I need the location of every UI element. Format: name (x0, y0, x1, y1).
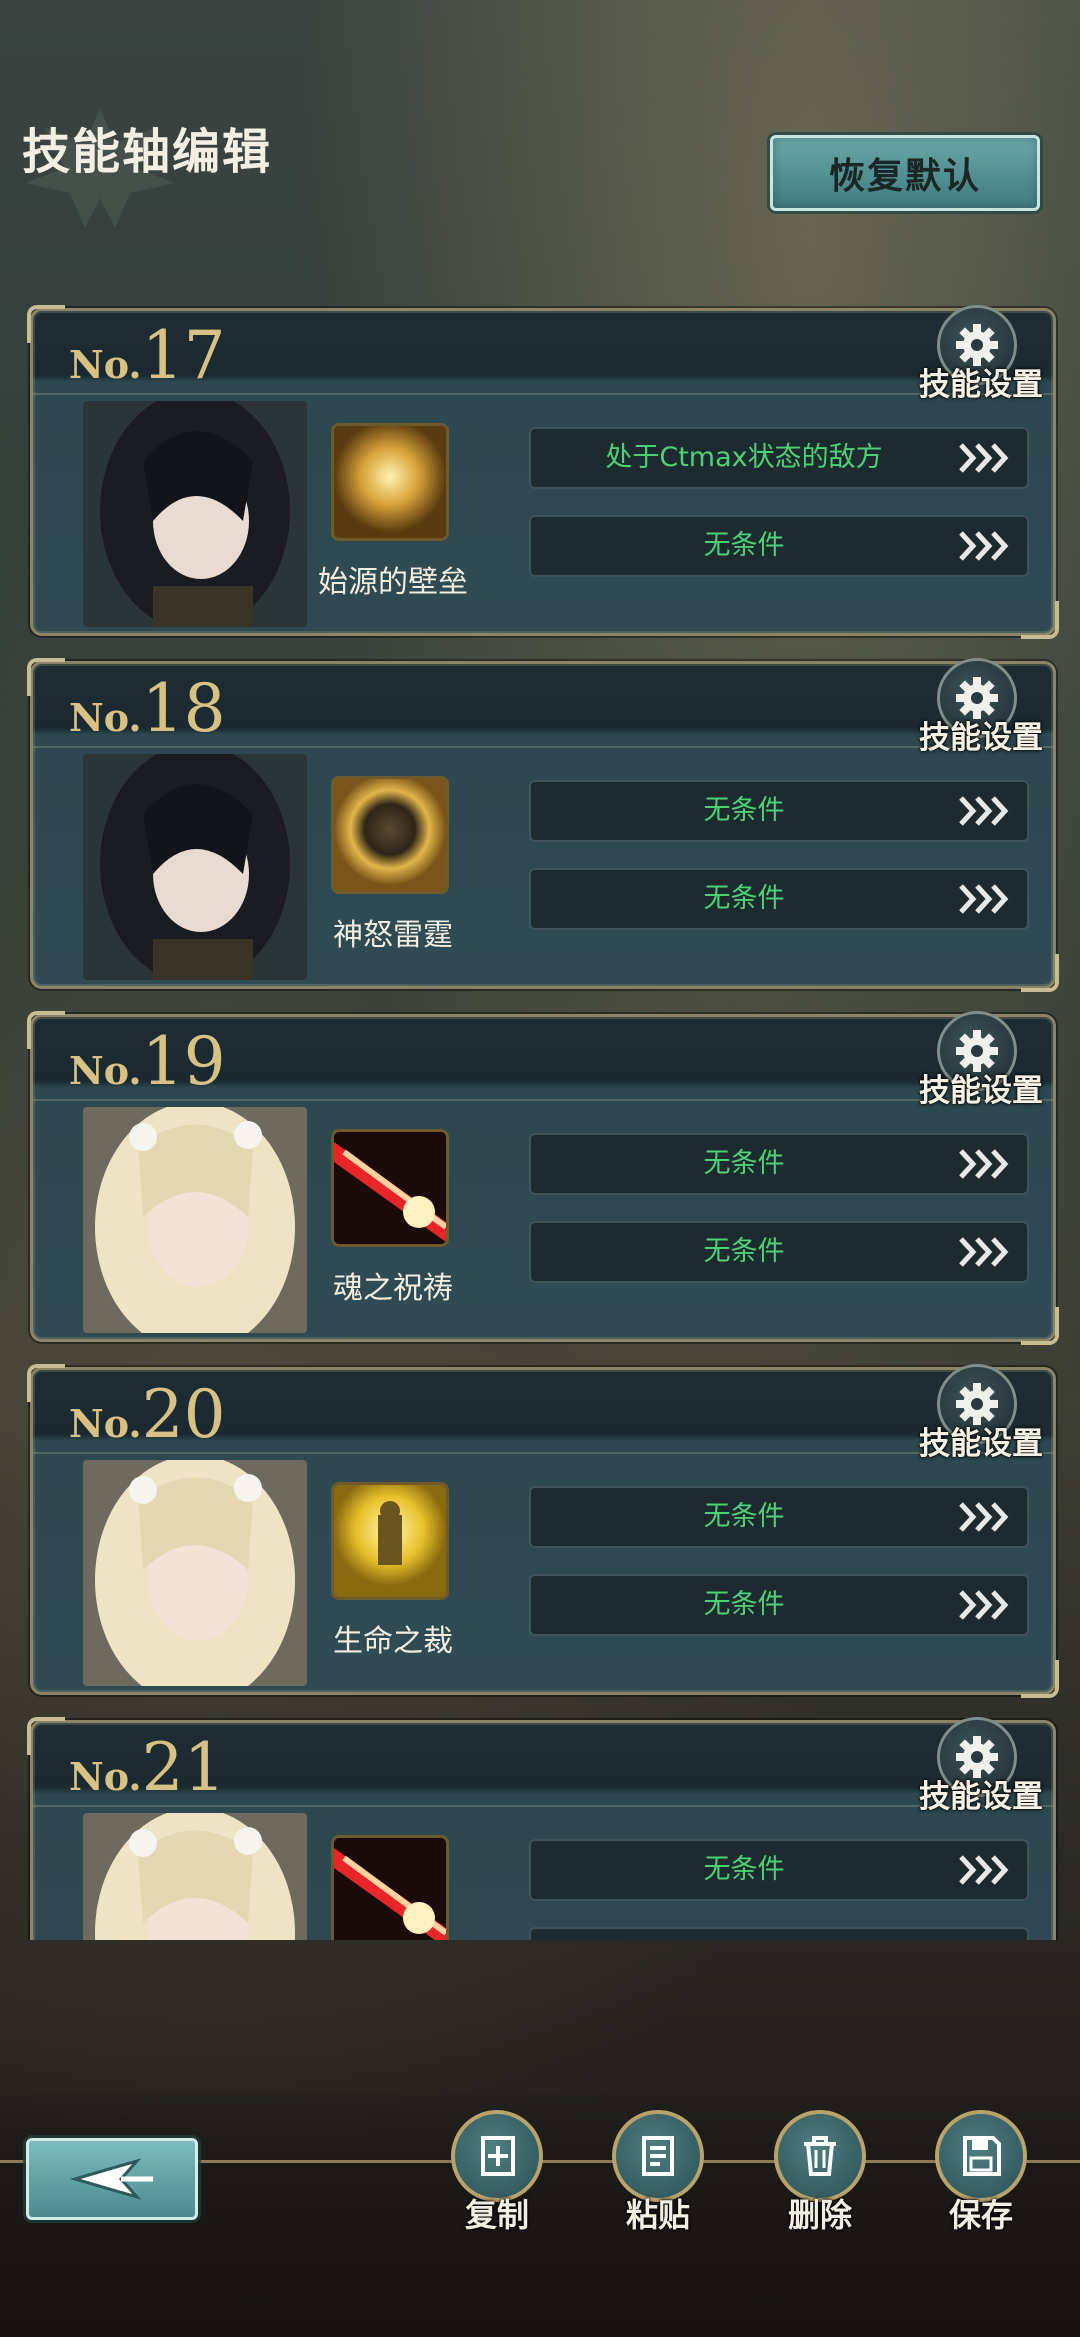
chevrons-right-icon (959, 884, 1009, 914)
skill-settings-label[interactable]: 技能设置 (919, 359, 1043, 404)
save-disk-icon (963, 2136, 1001, 2176)
character-portrait[interactable] (83, 1107, 307, 1333)
condition-selector[interactable]: 无条件 (529, 1486, 1029, 1548)
character-portrait[interactable] (83, 401, 307, 627)
character-portrait[interactable] (83, 1813, 307, 1940)
paste-icon (642, 2136, 674, 2176)
character-portrait[interactable] (83, 754, 307, 980)
skill-name: 神怒雷霆 (333, 918, 453, 953)
skill-icon[interactable] (331, 1129, 449, 1247)
condition-selector[interactable]: 无条件 (529, 1839, 1029, 1901)
chevrons-right-icon (959, 1590, 1009, 1620)
delete-button[interactable]: 删除 (765, 2110, 875, 2234)
slot-number: No.19 (69, 1023, 226, 1100)
skill-card: No.20 生命之裁 无条件 无条件 技能设置 (27, 1364, 1059, 1698)
condition-selector[interactable]: 处于Ctmax状态的敌方 (529, 427, 1029, 489)
slot-number: No.17 (69, 317, 226, 394)
chevrons-right-icon (959, 531, 1009, 561)
skill-name: 生命之裁 (333, 1624, 453, 1659)
chevrons-right-icon (959, 1502, 1009, 1532)
skill-name: 始源的壁垒 (318, 565, 468, 600)
trash-icon (804, 2136, 836, 2176)
skill-settings-label[interactable]: 技能设置 (919, 1065, 1043, 1110)
back-arrow-icon (69, 2158, 153, 2200)
chevrons-right-icon (959, 796, 1009, 826)
chevrons-right-icon (959, 1237, 1009, 1267)
skill-icon[interactable] (331, 1835, 449, 1940)
character-portrait[interactable] (83, 1460, 307, 1686)
condition-selector[interactable]: 无条件 (529, 1221, 1029, 1283)
back-button[interactable] (26, 2138, 198, 2220)
slot-number: No.21 (69, 1729, 226, 1806)
skill-timeline-list[interactable]: No.17 始源的壁垒 处于Ctmax状态的敌方 无条件 技能设置 No.18 (0, 300, 1080, 1940)
skill-icon[interactable] (331, 1482, 449, 1600)
skill-settings-label[interactable]: 技能设置 (919, 1418, 1043, 1463)
condition-selector[interactable]: 无条件 (529, 1574, 1029, 1636)
chevrons-right-icon (959, 1855, 1009, 1885)
condition-selector[interactable]: 无条件 (529, 780, 1029, 842)
skill-settings-label[interactable]: 技能设置 (919, 1771, 1043, 1816)
skill-name: 魂之祝祷 (333, 1271, 453, 1306)
slot-number: No.20 (69, 1376, 226, 1453)
skill-card: No.19 魂之祝祷 无条件 无条件 技能设置 (27, 1011, 1059, 1345)
page-title: 技能轴编辑 (22, 124, 273, 180)
condition-selector[interactable] (529, 1927, 1029, 1940)
skill-card: No.18 神怒雷霆 无条件 无条件 技能设置 (27, 658, 1059, 992)
condition-selector[interactable]: 无条件 (529, 868, 1029, 930)
chevrons-right-icon (959, 443, 1009, 473)
skill-icon[interactable] (331, 776, 449, 894)
chevrons-right-icon (959, 1149, 1009, 1179)
condition-selector[interactable]: 无条件 (529, 1133, 1029, 1195)
paste-button[interactable]: 粘贴 (603, 2110, 713, 2234)
copy-button[interactable]: 复制 (442, 2110, 552, 2234)
skill-card: No.21 无条件 技能设置 (27, 1717, 1056, 1940)
reset-default-button[interactable]: 恢复默认 (770, 135, 1040, 211)
condition-selector[interactable]: 无条件 (529, 515, 1029, 577)
save-button[interactable]: 保存 (926, 2110, 1036, 2234)
skill-icon[interactable] (331, 423, 449, 541)
skill-card: No.17 始源的壁垒 处于Ctmax状态的敌方 无条件 技能设置 (27, 305, 1059, 639)
slot-number: No.18 (69, 670, 226, 747)
copy-icon (481, 2136, 515, 2176)
skill-settings-label[interactable]: 技能设置 (919, 712, 1043, 757)
